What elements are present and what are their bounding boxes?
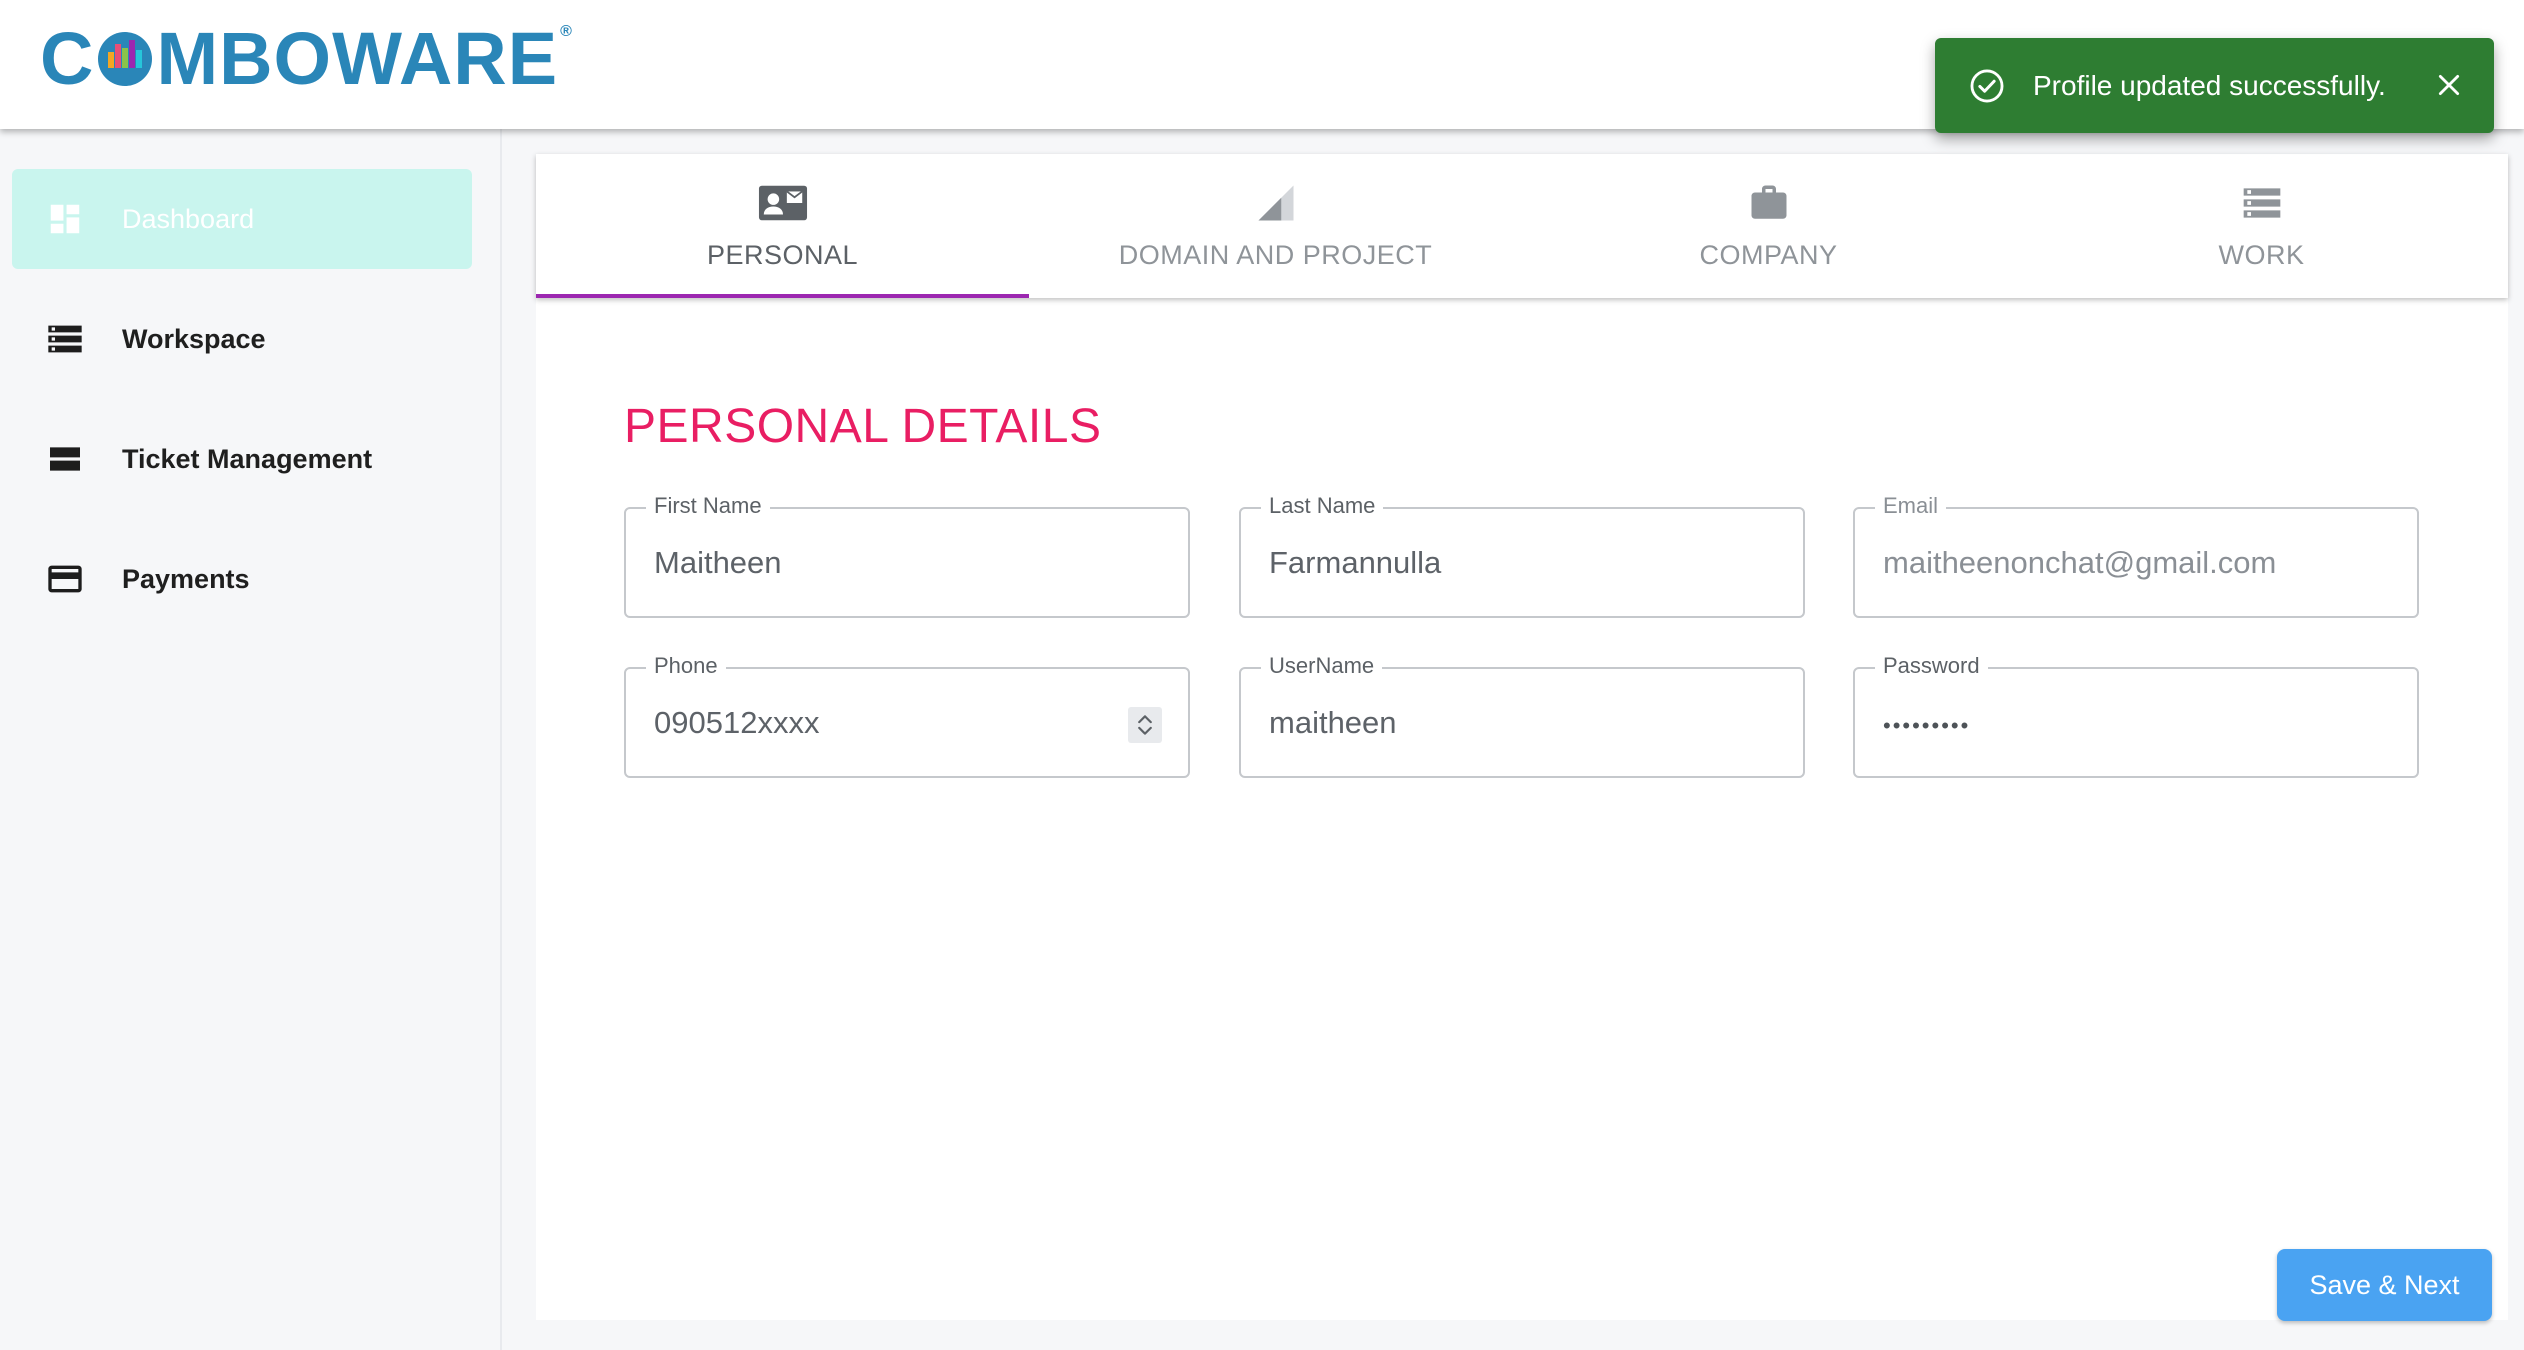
active-tab-indicator xyxy=(536,294,1029,298)
phone-field[interactable]: Phone 090512xxxx xyxy=(624,653,1190,778)
save-next-button[interactable]: Save & Next xyxy=(2277,1249,2492,1321)
email-field[interactable]: Email maitheenonchat@gmail.com xyxy=(1853,493,2419,618)
tab-label: WORK xyxy=(2218,240,2305,270)
contact-mail-icon xyxy=(758,182,808,224)
logo-globe-icon xyxy=(98,32,153,86)
sidebar-item-dashboard[interactable]: Dashboard xyxy=(12,169,472,269)
briefcase-icon xyxy=(1748,182,1790,224)
sidebar-item-payments[interactable]: Payments xyxy=(12,529,472,629)
tab-company[interactable]: COMPANY xyxy=(1522,154,2015,298)
tab-personal[interactable]: PERSONAL xyxy=(536,154,1029,298)
username-field[interactable]: UserName maitheen xyxy=(1239,653,1805,778)
sidebar: Dashboard Workspace Ticket Management Pa… xyxy=(0,129,502,1350)
tab-label: COMPANY xyxy=(1699,240,1838,270)
close-icon[interactable] xyxy=(2432,68,2466,102)
tab-label: PERSONAL xyxy=(706,240,859,270)
sidebar-item-label: Workspace xyxy=(122,323,266,354)
profile-card: PERSONAL DOMAIN AND PROJECT COMPANY WORK… xyxy=(536,154,2508,1320)
number-stepper[interactable] xyxy=(1128,707,1162,743)
sidebar-item-ticket-management[interactable]: Ticket Management xyxy=(12,409,472,509)
storage-icon xyxy=(44,318,86,360)
sidebar-item-label: Ticket Management xyxy=(122,443,373,474)
last-name-field[interactable]: Last Name Farmannulla xyxy=(1239,493,1805,618)
password-label: Password xyxy=(1875,653,1988,679)
stepper-arrows-icon xyxy=(1138,715,1152,735)
username-value[interactable]: maitheen xyxy=(1269,705,1397,741)
tab-domain-and-project[interactable]: DOMAIN AND PROJECT xyxy=(1029,154,1522,298)
success-toast: Profile updated successfully. xyxy=(1935,38,2494,133)
first-name-label: First Name xyxy=(646,493,770,519)
sidebar-item-workspace[interactable]: Workspace xyxy=(12,289,472,389)
tab-label: DOMAIN AND PROJECT xyxy=(1118,240,1433,270)
password-value[interactable]: ••••••••• xyxy=(1883,713,1970,739)
registered-mark: ® xyxy=(560,23,573,40)
email-label: Email xyxy=(1875,493,1947,519)
comboware-logo[interactable]: C MBOWARE ® xyxy=(40,16,573,100)
tab-work[interactable]: WORK xyxy=(2015,154,2508,298)
first-name-field[interactable]: First Name Maitheen xyxy=(624,493,1190,618)
section-title: PERSONAL DETAILS xyxy=(624,400,1102,453)
sidebar-item-label: Payments xyxy=(122,563,250,594)
logo-text-start: C xyxy=(40,16,95,100)
view-list-icon xyxy=(44,438,86,480)
toast-message: Profile updated successfully. xyxy=(2033,69,2386,101)
credit-card-icon xyxy=(44,558,86,600)
check-circle-icon xyxy=(1967,66,2007,106)
email-value[interactable]: maitheenonchat@gmail.com xyxy=(1883,545,2276,581)
storage-icon xyxy=(2240,182,2284,224)
signal-cellular-icon xyxy=(1255,182,1297,224)
profile-tabs: PERSONAL DOMAIN AND PROJECT COMPANY WORK xyxy=(536,154,2508,298)
phone-label: Phone xyxy=(646,653,726,679)
username-label: UserName xyxy=(1261,653,1383,679)
last-name-label: Last Name xyxy=(1261,493,1384,519)
last-name-value[interactable]: Farmannulla xyxy=(1269,545,1441,581)
phone-value[interactable]: 090512xxxx xyxy=(654,705,819,741)
first-name-value[interactable]: Maitheen xyxy=(654,545,782,581)
sidebar-item-label: Dashboard xyxy=(122,203,255,234)
logo-text-end: MBOWARE xyxy=(156,16,559,100)
dashboard-icon xyxy=(44,198,86,240)
password-field[interactable]: Password ••••••••• xyxy=(1853,653,2419,778)
